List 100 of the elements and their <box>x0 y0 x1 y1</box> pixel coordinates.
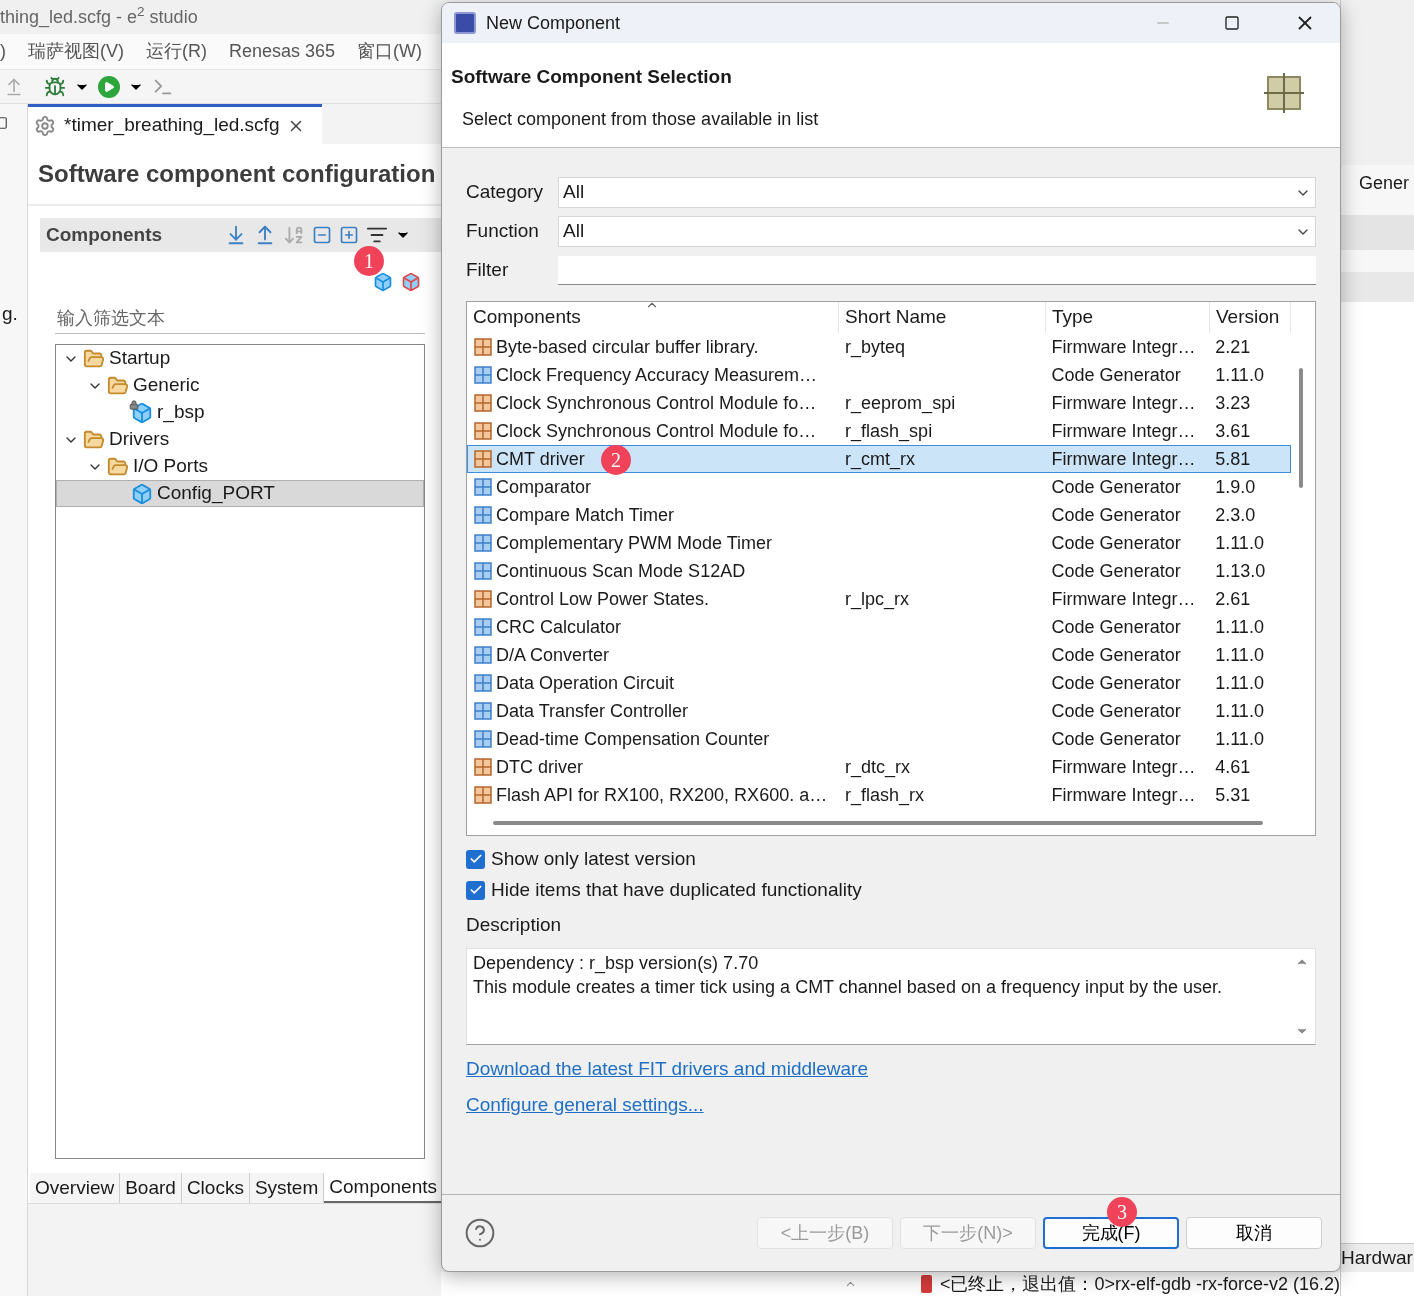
menu-item[interactable]: ) <box>0 38 6 65</box>
wizard-heading: Software Component Selection <box>451 65 733 89</box>
table-row[interactable]: CRC Calculator Code Generator 1.11.0 <box>467 613 1291 641</box>
editor-page-tab[interactable]: Board <box>120 1173 182 1203</box>
editor-page-tab[interactable]: Overview <box>30 1173 121 1203</box>
tree-label: Drivers <box>109 427 170 452</box>
table-cell-text: Control Low Power States. <box>496 587 710 611</box>
table-cell: Firmware Integr… <box>1051 784 1196 805</box>
editor-page-tab[interactable]: Clocks <box>181 1173 250 1203</box>
tree-item[interactable]: Startup <box>56 345 424 372</box>
checkmark-icon <box>468 883 483 897</box>
column-header[interactable]: Type <box>1046 302 1210 333</box>
add-cube-icon[interactable] <box>373 272 393 292</box>
wizard-button[interactable]: 取消 <box>1186 1217 1322 1249</box>
table-cell: Code Generator <box>1051 532 1181 553</box>
folder-icon <box>83 347 105 370</box>
component-grid-icon <box>474 562 492 580</box>
tree-item[interactable]: I/O Ports <box>56 453 424 480</box>
table-cell: Code Generator <box>1051 616 1181 637</box>
checkbox[interactable] <box>466 880 485 900</box>
table-cell: Code Generator <box>1051 672 1181 693</box>
table-cell: r_byteq <box>845 336 906 357</box>
folder-icon <box>107 455 129 478</box>
column-header[interactable]: Components <box>467 302 839 333</box>
menu-item[interactable]: Renesas 365 <box>229 38 336 65</box>
table-cell: 5.31 <box>1215 784 1251 805</box>
column-header[interactable]: Short Name <box>839 302 1046 333</box>
view-tab[interactable]: Gener <box>1341 165 1414 201</box>
component-grid-icon <box>474 702 492 720</box>
table-row[interactable]: Continuous Scan Mode S12AD Code Generator 1.13.0 <box>467 557 1291 585</box>
table-cell: Firmware Integr… <box>1051 392 1196 413</box>
link[interactable]: Configure general settings... <box>466 1091 704 1120</box>
checkbox[interactable] <box>466 849 485 869</box>
table-cell-text: Byte-based circular buffer library. <box>496 335 759 359</box>
table-row[interactable]: Data Transfer Controller Code Generator 1.11.0 <box>467 697 1291 725</box>
editor-heading: Software component configuration <box>38 159 436 189</box>
maximize-icon[interactable] <box>1224 15 1240 31</box>
table-cell: 2.61 <box>1215 588 1251 609</box>
folder-icon <box>83 428 105 451</box>
tree-label: r_bsp <box>157 400 205 425</box>
editor-page-tab[interactable]: System <box>249 1173 325 1203</box>
table-cell: 1.11.0 <box>1215 364 1264 385</box>
table-cell: r_lpc_rx <box>845 588 910 609</box>
table-row[interactable]: Clock Synchronous Control Module fo… r_eeprom_spi Firmware Integr… 3.23 <box>467 389 1291 417</box>
table-cell: r_dtc_rx <box>845 756 911 777</box>
table-row[interactable]: D/A Converter Code Generator 1.11.0 <box>467 641 1291 669</box>
table-cell-text: Continuous Scan Mode S12AD <box>496 559 746 583</box>
run-icon[interactable] <box>98 75 120 98</box>
table-cell: r_flash_rx <box>845 784 925 805</box>
component-grid-icon <box>474 506 492 524</box>
menu-item[interactable]: 瑞萨视图(V) <box>28 38 124 65</box>
remove-cube-icon[interactable] <box>401 272 421 292</box>
table-row[interactable]: Flash API for RX100, RX200, RX600. a… r_flash_rx Firmware Integr… 5.31 <box>467 781 1291 809</box>
table-cell: r_eeprom_spi <box>845 392 956 413</box>
table-cell: Firmware Integr… <box>1051 756 1196 777</box>
table-cell: Firmware Integr… <box>1051 420 1196 441</box>
table-row[interactable]: Clock Frequency Accuracy Measurem… Code Generator 1.11.0 <box>467 361 1291 389</box>
field-label: Category <box>466 180 545 205</box>
table-row[interactable]: Comparator Code Generator 1.9.0 <box>467 473 1291 501</box>
help-icon[interactable] <box>464 1217 496 1249</box>
table-cell: Code Generator <box>1051 364 1181 385</box>
component-grid-icon <box>474 534 492 552</box>
table-cell: r_flash_spi <box>845 420 933 441</box>
collapse-icon[interactable] <box>312 225 332 245</box>
tree-item[interactable]: r_bsp <box>56 399 424 426</box>
table-row[interactable]: Data Operation Circuit Code Generator 1.11.0 <box>467 669 1291 697</box>
tree-item[interactable]: Config_PORT <box>56 480 424 507</box>
dropdown-field[interactable]: All <box>558 216 1316 247</box>
dropdown-field[interactable]: All <box>558 177 1316 208</box>
checkmark-icon <box>468 852 483 866</box>
menu-item[interactable]: 窗口(W) <box>357 38 423 65</box>
bug-icon[interactable] <box>44 75 66 98</box>
terminated-icon <box>920 1275 932 1293</box>
table-row[interactable]: Clock Synchronous Control Module fo… r_flash_spi Firmware Integr… 3.61 <box>467 417 1291 445</box>
table-row[interactable]: Complementary PWM Mode Timer Code Generator 1.11.0 <box>467 529 1291 557</box>
component-grid-icon <box>474 450 492 468</box>
panel-title: Components <box>46 222 164 247</box>
dialog-title: New Component <box>486 11 621 35</box>
table-cell: Code Generator <box>1051 728 1181 749</box>
table-row[interactable]: Byte-based circular buffer library. r_byteq Firmware Integr… 2.21 <box>467 333 1291 361</box>
table-row[interactable]: Compare Match Timer Code Generator 2.3.0 <box>467 501 1291 529</box>
filter-field[interactable] <box>558 256 1316 285</box>
table-cell: 1.11.0 <box>1215 532 1264 553</box>
table-row[interactable]: Control Low Power States. r_lpc_rx Firmware Integr… 2.61 <box>467 585 1291 613</box>
column-header[interactable]: Version <box>1210 302 1291 333</box>
view-tab[interactable]: Hardwar <box>1341 1244 1414 1272</box>
table-cell: r_cmt_rx <box>845 448 916 469</box>
link[interactable]: Download the latest FIT drivers and middleware <box>466 1054 868 1083</box>
table-cell: 2.3.0 <box>1215 504 1256 525</box>
table-row[interactable]: DTC driver r_dtc_rx Firmware Integr… 4.61 <box>467 753 1291 781</box>
tree-item[interactable]: Drivers <box>56 426 424 453</box>
tree-item[interactable]: Generic <box>56 372 424 399</box>
editor-tab[interactable]: *timer_breathing_led.scfg <box>28 104 322 144</box>
menu-item[interactable]: 运行(R) <box>146 38 207 65</box>
tree-label: I/O Ports <box>133 454 208 479</box>
console-status: <已终止，退出值：0>rx-elf-gdb -rx-force-v2 (16.2) <box>939 1272 1340 1296</box>
component-grid-icon <box>474 422 492 440</box>
table-cell-text: Comparator <box>496 475 592 499</box>
table-row[interactable]: Dead-time Compensation Counter Code Generator 1.11.0 <box>467 725 1291 753</box>
expand-icon[interactable] <box>339 225 359 245</box>
